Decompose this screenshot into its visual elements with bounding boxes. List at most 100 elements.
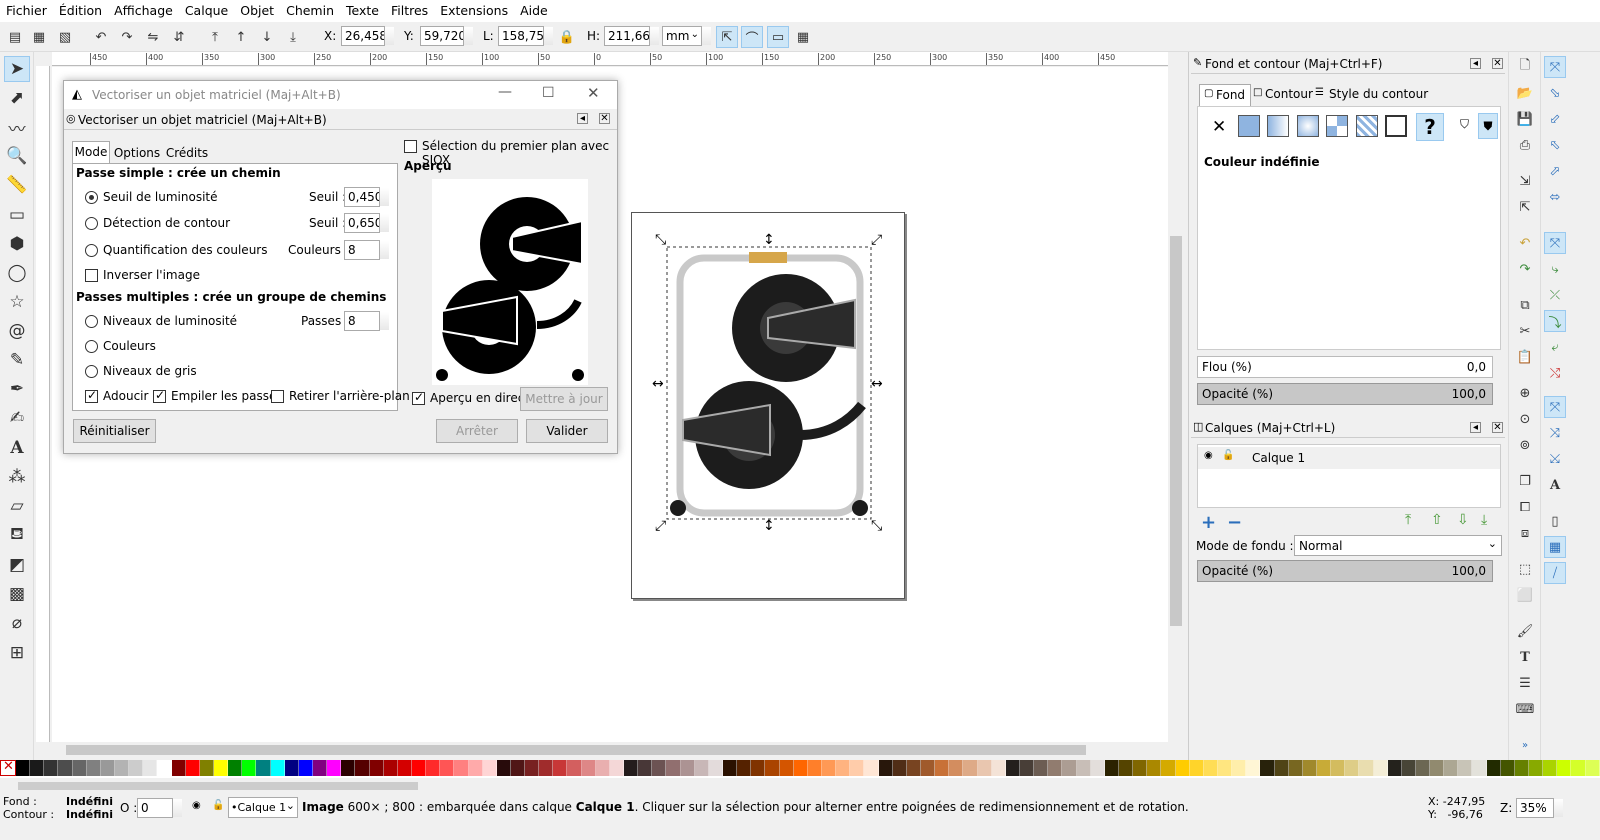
color-swatch[interactable] bbox=[977, 760, 992, 776]
menu-item-9[interactable]: Aide bbox=[514, 0, 554, 22]
color-swatch[interactable] bbox=[355, 760, 370, 776]
stack-scans-checkbox[interactable] bbox=[153, 388, 166, 403]
deselect-icon[interactable]: ▧ bbox=[54, 26, 76, 48]
layer-down-icon[interactable]: ⇩ bbox=[1457, 512, 1469, 528]
resize-handle-top-right-icon[interactable]: ⤢ bbox=[871, 232, 882, 248]
color-swatch[interactable] bbox=[228, 760, 243, 776]
vertical-scrollbar[interactable] bbox=[1168, 52, 1184, 742]
color-swatch[interactable] bbox=[341, 760, 356, 776]
snap-toggle-icon[interactable]: ⤧ bbox=[1544, 56, 1566, 78]
color-swatch[interactable] bbox=[312, 760, 328, 776]
passes-input[interactable]: 8 bbox=[344, 311, 389, 331]
color-swatch[interactable] bbox=[1203, 760, 1218, 776]
color-swatch[interactable] bbox=[581, 760, 596, 776]
open-icon[interactable]: 📂 bbox=[1514, 82, 1536, 104]
color-swatch[interactable] bbox=[185, 760, 200, 776]
color-swatch[interactable] bbox=[129, 760, 144, 776]
color-swatch[interactable] bbox=[1529, 760, 1544, 776]
color-swatch[interactable] bbox=[1500, 760, 1515, 776]
snap-bbox-edges-icon[interactable]: ⬃ bbox=[1544, 108, 1566, 130]
horizontal-scrollbar[interactable] bbox=[52, 742, 1168, 758]
color-swatch[interactable] bbox=[1019, 760, 1035, 776]
edge-threshold-input[interactable]: 0,650 bbox=[344, 213, 389, 233]
opacity-slider[interactable]: Opacité (%) 100,0 bbox=[1197, 383, 1493, 405]
tab-stroke-style[interactable]: ☰ Style du contour bbox=[1315, 86, 1435, 106]
mesh-tool-icon[interactable]: ▩ bbox=[4, 581, 30, 607]
color-swatch[interactable] bbox=[298, 760, 313, 776]
snap-rotation-center-icon[interactable]: ⤨ bbox=[1544, 422, 1566, 444]
color-swatch[interactable] bbox=[199, 760, 214, 776]
color-swatch[interactable] bbox=[1387, 760, 1402, 776]
color-swatch[interactable] bbox=[369, 760, 384, 776]
new-document-icon[interactable]: 🗋 bbox=[1514, 56, 1536, 78]
color-swatch[interactable] bbox=[567, 760, 582, 776]
color-swatch[interactable] bbox=[779, 760, 794, 776]
unlink-clone-icon[interactable]: ⧈ bbox=[1514, 522, 1536, 544]
redo-icon[interactable]: ↷ bbox=[1514, 258, 1536, 280]
color-swatch[interactable] bbox=[284, 760, 299, 776]
remove-background-checkbox[interactable] bbox=[271, 390, 284, 403]
rectangle-tool-icon[interactable]: ▭ bbox=[4, 202, 30, 228]
color-swatch[interactable] bbox=[595, 760, 610, 776]
color-swatch[interactable] bbox=[751, 760, 766, 776]
snap-bbox-centers-icon[interactable]: ⬄ bbox=[1544, 186, 1566, 208]
spray-tool-icon[interactable]: ⁂ bbox=[4, 464, 30, 490]
siox-checkbox[interactable] bbox=[404, 140, 417, 153]
mesh-gradient-icon[interactable] bbox=[1326, 115, 1348, 137]
zoom-page-icon[interactable]: ⊚ bbox=[1514, 434, 1536, 456]
color-swatch[interactable] bbox=[1359, 760, 1374, 776]
dropper-tool-icon[interactable]: ⌀ bbox=[4, 610, 30, 636]
color-swatch[interactable] bbox=[1090, 760, 1105, 776]
invert-image-checkbox[interactable] bbox=[85, 269, 98, 282]
resize-handle-top-left-icon[interactable]: ⤡ bbox=[655, 232, 666, 248]
gradient-tool-icon[interactable]: ◩ bbox=[4, 552, 30, 578]
snap-nodes-icon[interactable]: ⤧ bbox=[1544, 232, 1566, 254]
color-swatch[interactable] bbox=[864, 760, 879, 776]
cut-icon[interactable]: ✂ bbox=[1514, 320, 1536, 342]
move-patterns-icon[interactable]: ▦ bbox=[792, 26, 814, 48]
color-swatch[interactable] bbox=[1076, 760, 1091, 776]
xml-editor-icon[interactable]: ⌨ bbox=[1514, 698, 1536, 720]
color-swatch[interactable] bbox=[213, 760, 229, 776]
color-quant-radio[interactable] bbox=[85, 244, 98, 257]
resize-handle-right-icon[interactable]: ↔ bbox=[871, 376, 883, 392]
print-icon[interactable]: ⎙ bbox=[1514, 134, 1536, 156]
color-swatch[interactable] bbox=[1133, 760, 1148, 776]
bitmap-image[interactable]: ⤡ ↕ ⤢ ↔ ↔ ⤢ ↕ ⤡ bbox=[650, 230, 890, 535]
color-swatch[interactable] bbox=[609, 760, 625, 776]
color-swatch[interactable] bbox=[1217, 760, 1233, 776]
color-swatch[interactable] bbox=[1274, 760, 1289, 776]
tab-stroke[interactable]: □ Contour bbox=[1251, 86, 1315, 106]
rotate-cw-icon[interactable]: ↷ bbox=[116, 26, 138, 48]
text-tool-icon[interactable]: A bbox=[4, 435, 30, 461]
color-swatch[interactable] bbox=[1048, 760, 1063, 776]
color-swatch[interactable] bbox=[1373, 760, 1388, 776]
scale-corners-icon[interactable]: ⌒ bbox=[741, 26, 763, 48]
more-commands-icon[interactable]: » bbox=[1514, 734, 1536, 756]
color-swatch[interactable] bbox=[114, 760, 130, 776]
color-swatch[interactable] bbox=[327, 760, 342, 776]
color-swatch[interactable] bbox=[652, 760, 667, 776]
maximize-icon[interactable]: ☐ bbox=[542, 85, 555, 101]
resize-handle-left-icon[interactable]: ↔ bbox=[652, 376, 664, 392]
layer-visibility-icon[interactable]: ◉ bbox=[192, 800, 201, 811]
palette-scrollbar[interactable] bbox=[0, 778, 1600, 794]
color-swatch[interactable] bbox=[510, 760, 526, 776]
tab-mode[interactable]: Mode bbox=[72, 141, 110, 163]
zoom-tool-icon[interactable]: 🔍 bbox=[4, 143, 30, 169]
menu-item-8[interactable]: Extensions bbox=[434, 0, 514, 22]
color-swatch[interactable] bbox=[1189, 760, 1204, 776]
export-icon[interactable]: ⇱ bbox=[1514, 196, 1536, 218]
raise-to-top-icon[interactable]: ⤒ bbox=[204, 26, 226, 48]
color-swatch[interactable] bbox=[1472, 760, 1487, 776]
color-swatch[interactable] bbox=[397, 760, 412, 776]
ungroup-icon[interactable]: ⬜ bbox=[1514, 584, 1536, 606]
color-swatch[interactable] bbox=[807, 760, 823, 776]
rotate-ccw-icon[interactable]: ↶ bbox=[90, 26, 112, 48]
no-paint-icon[interactable]: ✕ bbox=[1212, 117, 1226, 137]
y-input[interactable]: 59,720 bbox=[420, 26, 473, 46]
color-swatch[interactable] bbox=[1444, 760, 1459, 776]
fill-close-icon[interactable]: ✕ bbox=[1492, 58, 1503, 69]
color-swatch[interactable] bbox=[157, 760, 172, 776]
resize-handle-bottom-right-icon[interactable]: ⤡ bbox=[871, 518, 882, 534]
